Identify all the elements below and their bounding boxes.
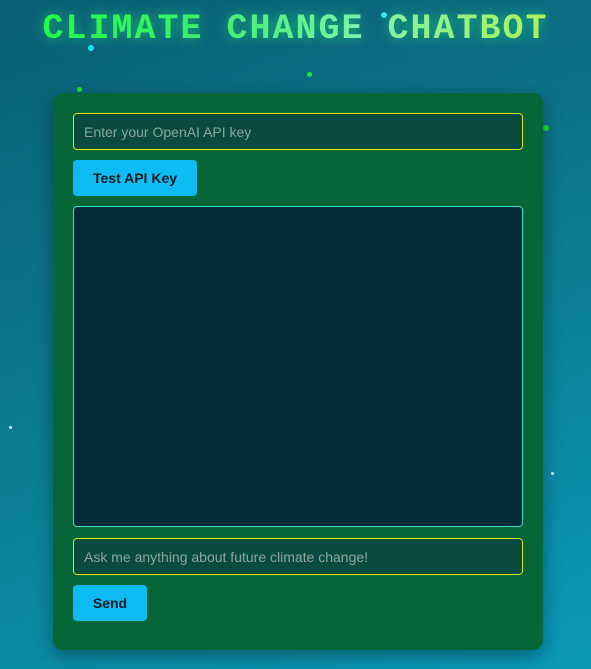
decorative-particle <box>551 472 554 475</box>
chatbot-panel: Test API Key Send <box>53 93 543 650</box>
decorative-particle <box>9 426 12 429</box>
decorative-particle <box>307 72 312 77</box>
decorative-particle <box>88 45 94 51</box>
decorative-particle <box>77 87 82 92</box>
message-input[interactable] <box>73 538 523 575</box>
test-api-key-button[interactable]: Test API Key <box>73 160 197 196</box>
decorative-particle <box>543 125 549 131</box>
decorative-particle <box>381 12 387 18</box>
api-key-input[interactable] <box>73 113 523 150</box>
chat-messages-area[interactable] <box>73 206 523 527</box>
page-title: CLIMATE CHANGE CHATBOT <box>0 9 591 49</box>
send-button[interactable]: Send <box>73 585 147 621</box>
